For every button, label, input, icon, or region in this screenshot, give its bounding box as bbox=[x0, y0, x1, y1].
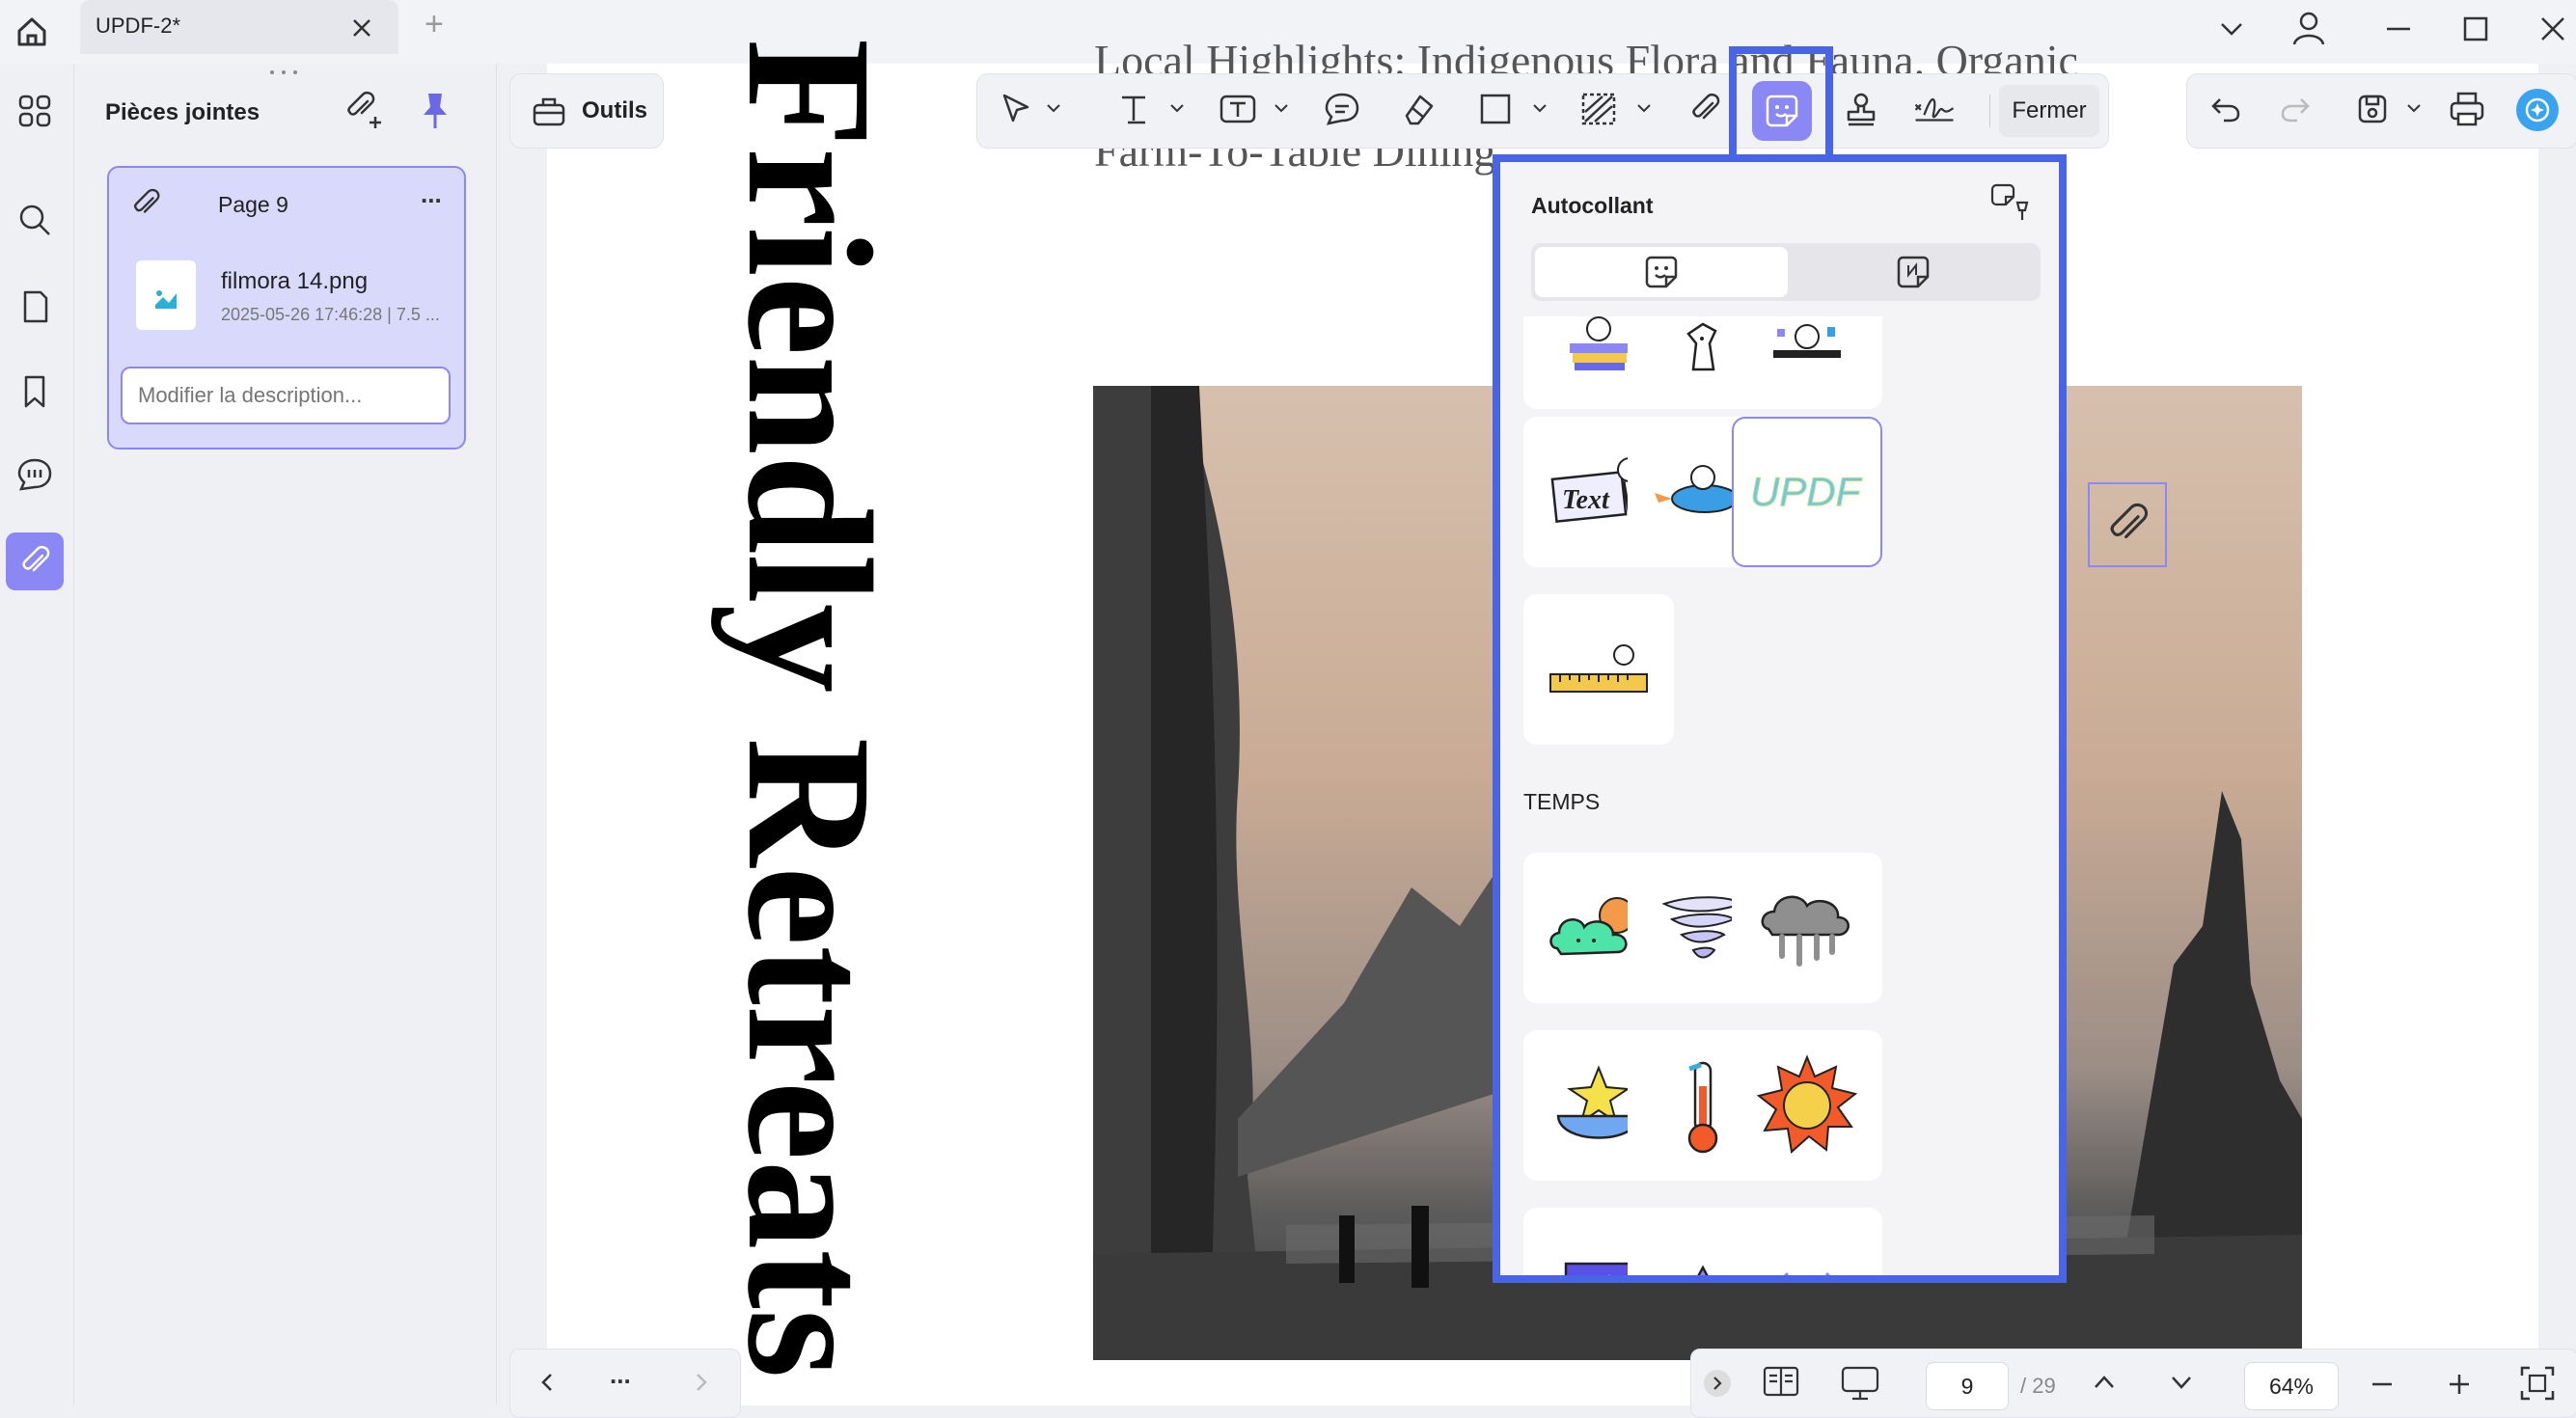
zoom-level[interactable]: 64% bbox=[2244, 1362, 2339, 1410]
attachment-page-label: Page 9 bbox=[218, 192, 288, 217]
textbox-tool-icon[interactable] bbox=[1216, 87, 1260, 131]
area-dropdown-icon[interactable] bbox=[1636, 102, 1652, 114]
tab-note-stickers[interactable] bbox=[1790, 247, 2037, 297]
textbox-dropdown-icon[interactable] bbox=[1274, 102, 1289, 114]
fit-page-icon[interactable] bbox=[2518, 1364, 2557, 1403]
redo-icon[interactable] bbox=[2273, 87, 2317, 131]
sticker-grid: Text UPDF TEMPS bbox=[1523, 316, 2044, 1275]
updf-sticker-label: UPDF bbox=[1750, 469, 1863, 514]
comment-tool-icon[interactable] bbox=[1320, 87, 1364, 131]
sticker-updf[interactable]: UPDF bbox=[1732, 417, 1882, 567]
area-highlight-tool-icon[interactable] bbox=[1576, 87, 1621, 131]
tools-label: Outils bbox=[582, 97, 648, 123]
next-page-icon[interactable] bbox=[2167, 1368, 2196, 1397]
image-file-icon bbox=[136, 260, 196, 330]
comments-icon[interactable] bbox=[6, 446, 64, 504]
panel-drag-handle[interactable] bbox=[264, 68, 303, 77]
select-dropdown-icon[interactable] bbox=[1046, 102, 1061, 114]
bookmark-icon[interactable] bbox=[6, 363, 64, 421]
vertical-title: Friendly Retreats bbox=[710, 39, 908, 1378]
chevron-right-icon[interactable] bbox=[689, 1370, 714, 1395]
attachment-file-meta: 2025-05-26 17:46:28 | 7.5 ... bbox=[221, 305, 440, 324]
previous-page-icon[interactable] bbox=[2090, 1368, 2119, 1397]
sticker-reader[interactable] bbox=[1732, 316, 1882, 409]
shape-dropdown-icon[interactable] bbox=[1532, 102, 1548, 114]
page-number-input[interactable]: 9 bbox=[1926, 1362, 2009, 1410]
select-tool-icon[interactable] bbox=[994, 87, 1038, 131]
close-tab-icon[interactable] bbox=[345, 12, 378, 44]
close-window-icon[interactable] bbox=[2535, 12, 2570, 46]
save-icon[interactable] bbox=[2350, 87, 2395, 131]
zoom-in-icon[interactable] bbox=[2445, 1370, 2474, 1399]
eraser-tool-icon[interactable] bbox=[1395, 87, 1439, 131]
expand-bar-icon[interactable] bbox=[1704, 1370, 1731, 1397]
section-weather-title: TEMPS bbox=[1523, 789, 1601, 814]
paperclip-icon bbox=[129, 187, 162, 220]
home-icon[interactable] bbox=[10, 10, 54, 54]
shape-tool-icon[interactable] bbox=[1473, 87, 1518, 131]
toolbar-divider bbox=[1989, 95, 1990, 127]
add-sticker-icon[interactable] bbox=[1988, 181, 2031, 224]
undo-icon[interactable] bbox=[2204, 87, 2248, 131]
text-sticker-label: Text bbox=[1562, 485, 1610, 515]
attachment-file-name: filmora 14.png bbox=[221, 268, 369, 294]
sticker-panel: Autocollant Text UPDF TEMPS bbox=[1493, 154, 2067, 1283]
left-rail bbox=[0, 64, 74, 1405]
sticker-hot-sun[interactable] bbox=[1732, 1030, 1882, 1181]
tab-title: UPDF-2* bbox=[96, 14, 181, 38]
text-dropdown-icon[interactable] bbox=[1169, 102, 1185, 114]
sticker-eyes[interactable] bbox=[1732, 1208, 1882, 1275]
add-attachment-icon[interactable] bbox=[343, 90, 385, 132]
sticker-panel-title: Autocollant bbox=[1531, 193, 1654, 218]
panel-title: Pièces jointes bbox=[105, 99, 260, 125]
tools-button[interactable]: Outils bbox=[509, 73, 664, 149]
close-toolbar-button[interactable]: Fermer bbox=[1999, 85, 2099, 137]
attachments-rail-icon[interactable] bbox=[6, 532, 64, 590]
maximize-icon[interactable] bbox=[2458, 12, 2493, 46]
more-options-button[interactable]: ... bbox=[421, 179, 442, 209]
pin-icon[interactable] bbox=[416, 90, 454, 132]
sticker-ruler[interactable] bbox=[1523, 594, 1674, 745]
stamp-tool-icon[interactable] bbox=[1839, 87, 1883, 131]
new-tab-button[interactable]: + bbox=[425, 6, 444, 43]
minimize-icon[interactable] bbox=[2381, 12, 2416, 46]
user-icon[interactable] bbox=[2288, 8, 2329, 48]
ai-assistant-icon[interactable] bbox=[2516, 89, 2559, 131]
attach-file-tool-icon[interactable] bbox=[1683, 87, 1727, 131]
thumbnails-icon[interactable] bbox=[6, 82, 64, 140]
text-tool-icon[interactable] bbox=[1111, 87, 1156, 131]
signature-tool-icon[interactable] bbox=[1912, 87, 1957, 131]
pages-icon[interactable] bbox=[6, 278, 64, 336]
zoom-out-icon[interactable] bbox=[2368, 1370, 2397, 1399]
search-icon[interactable] bbox=[6, 191, 64, 249]
tab-emoji-stickers[interactable] bbox=[1535, 247, 1788, 297]
page-total: / 29 bbox=[2020, 1374, 2056, 1398]
sticker-tool-icon[interactable] bbox=[1752, 81, 1812, 141]
sticker-rain-cloud[interactable] bbox=[1732, 853, 1882, 1003]
attachment-annotation-icon[interactable] bbox=[2088, 482, 2167, 567]
save-dropdown-icon[interactable] bbox=[2406, 102, 2422, 114]
print-icon[interactable] bbox=[2445, 87, 2489, 131]
bottom-page-bar bbox=[1690, 1349, 2576, 1418]
description-input[interactable] bbox=[121, 367, 451, 424]
presentation-icon[interactable] bbox=[1839, 1364, 1881, 1403]
page-layout-icon[interactable] bbox=[1762, 1364, 1800, 1399]
chevron-left-icon[interactable] bbox=[534, 1370, 560, 1395]
more-nav-button[interactable]: ... bbox=[610, 1360, 631, 1390]
